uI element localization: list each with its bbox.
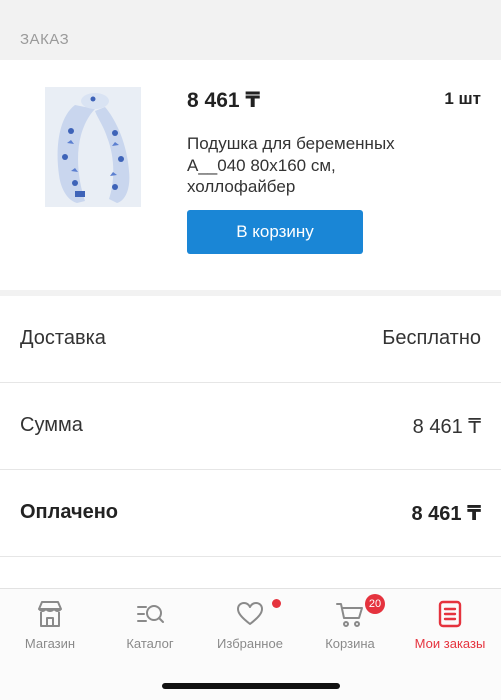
- tab-label: Мои заказы: [414, 636, 486, 651]
- product-name-line: A__040 80x160 см,: [187, 155, 336, 175]
- heart-icon: [237, 602, 263, 625]
- delivery-label: Доставка: [20, 327, 106, 349]
- tab-catalog[interactable]: Каталог: [100, 589, 200, 659]
- tab-favorites[interactable]: Избранное: [200, 589, 300, 659]
- favorites-indicator-dot: [272, 599, 281, 608]
- tab-shop[interactable]: Магазин: [0, 589, 100, 659]
- order-details-screen: ЗАКАЗ 8 461 ₸ 1 шт Подушка для беременны…: [0, 0, 501, 700]
- section-title: ЗАКАЗ: [20, 31, 70, 48]
- cart-count-badge: 20: [365, 594, 385, 614]
- item-price: 8 461 ₸: [187, 89, 260, 112]
- tab-label: Магазин: [24, 636, 76, 651]
- add-to-cart-button[interactable]: В корзину: [187, 210, 363, 254]
- tab-my-orders[interactable]: Мои заказы: [400, 589, 500, 659]
- tab-label: Избранное: [217, 636, 283, 651]
- tab-label: Каталог: [126, 636, 174, 651]
- section-header: ЗАКАЗ: [0, 0, 501, 60]
- paid-value: 8 461 ₸: [411, 503, 481, 525]
- sum-row: Сумма 8 461 ₸: [0, 383, 501, 470]
- store-icon: [38, 601, 62, 627]
- tab-label: Корзина: [325, 636, 375, 651]
- orders-icon: [438, 600, 462, 628]
- paid-row: Оплачено 8 461 ₸: [0, 470, 501, 557]
- item-quantity: 1 шт: [444, 89, 481, 108]
- order-item-card: 8 461 ₸ 1 шт Подушка для беременных A__0…: [0, 60, 501, 290]
- delivery-row: Доставка Бесплатно: [0, 296, 501, 383]
- cart-icon: [336, 603, 363, 627]
- product-name-line: Подушка для беременных: [187, 134, 395, 153]
- sum-label: Сумма: [20, 414, 83, 436]
- catalog-search-icon: [137, 605, 164, 623]
- paid-label: Оплачено: [20, 501, 118, 523]
- delivery-value: Бесплатно: [382, 327, 481, 349]
- tab-cart[interactable]: 20 Корзина: [300, 589, 400, 659]
- product-name[interactable]: Подушка для беременных A__040 80x160 см,…: [187, 133, 457, 198]
- product-name-line: холлофайбер: [187, 177, 296, 196]
- product-image[interactable]: [45, 87, 141, 207]
- sum-value: 8 461 ₸: [412, 416, 481, 438]
- home-indicator: [162, 683, 340, 689]
